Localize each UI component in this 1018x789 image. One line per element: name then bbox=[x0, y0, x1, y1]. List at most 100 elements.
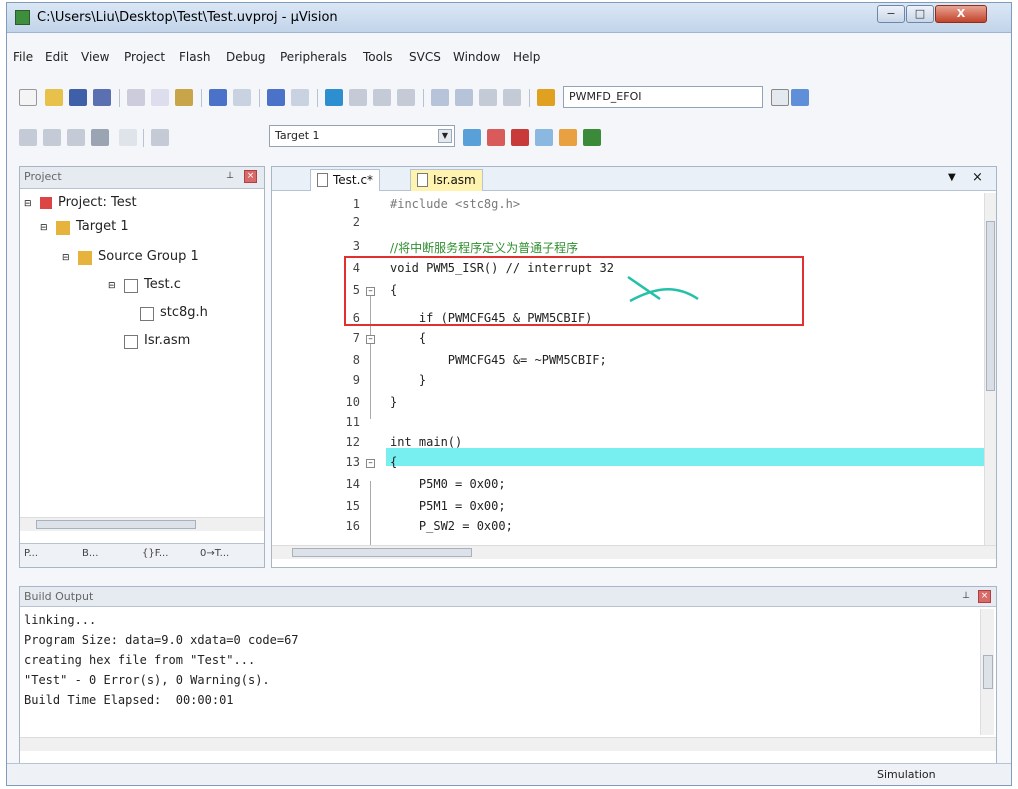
navigate-back-icon[interactable] bbox=[267, 89, 285, 106]
cut-icon[interactable] bbox=[127, 89, 145, 106]
editor-panel: Test.c* Isr.asm ▼ × 1 2 3 4 5 6 7 8 9 10… bbox=[271, 166, 997, 568]
indent-icon[interactable] bbox=[431, 89, 449, 106]
open-folder-icon[interactable] bbox=[45, 89, 63, 106]
comment-icon[interactable] bbox=[479, 89, 497, 106]
batch-build-icon[interactable] bbox=[91, 129, 109, 146]
manage-components-icon[interactable] bbox=[487, 129, 505, 146]
collapse-icon[interactable]: ⊟ bbox=[62, 253, 76, 267]
target-options-icon[interactable] bbox=[463, 129, 481, 146]
next-bookmark-icon[interactable] bbox=[373, 89, 391, 106]
output-vscrollbar[interactable] bbox=[980, 609, 994, 735]
tab-books[interactable]: B... bbox=[82, 548, 98, 559]
tree-item-stc8g-h[interactable]: stc8g.h bbox=[160, 305, 208, 320]
editor-tab-bar: Test.c* Isr.asm ▼ × bbox=[272, 167, 996, 191]
cross-annotation-icon bbox=[627, 275, 699, 303]
close-panel-icon[interactable]: × bbox=[244, 170, 257, 183]
line-number: 3 bbox=[352, 239, 360, 253]
select-packs-icon[interactable] bbox=[535, 129, 553, 146]
tab-project[interactable]: P... bbox=[24, 548, 38, 559]
fold-toggle-icon[interactable]: − bbox=[366, 459, 375, 468]
find-icon[interactable] bbox=[791, 89, 809, 106]
tab-isr-asm[interactable]: Isr.asm bbox=[410, 169, 483, 191]
menu-flash[interactable]: Flash bbox=[179, 50, 210, 64]
navigate-forward-icon[interactable] bbox=[291, 89, 309, 106]
tab-test-c[interactable]: Test.c* bbox=[310, 169, 381, 191]
bookmark-icon[interactable] bbox=[325, 89, 343, 106]
unindent-icon[interactable] bbox=[455, 89, 473, 106]
manage-runtime-icon[interactable] bbox=[583, 129, 601, 146]
close-button[interactable]: X bbox=[935, 5, 987, 23]
copy-icon[interactable] bbox=[151, 89, 169, 106]
download-icon[interactable] bbox=[151, 129, 169, 146]
menu-project[interactable]: Project bbox=[124, 50, 165, 64]
target-select[interactable]: Target 1 ▼ bbox=[269, 125, 455, 147]
line-number: 7 bbox=[352, 331, 360, 345]
main-toolbar: PWMFD_EFOI bbox=[7, 81, 1011, 111]
pack-installer-icon[interactable] bbox=[559, 129, 577, 146]
output-line: linking... bbox=[24, 613, 97, 627]
redo-icon[interactable] bbox=[233, 89, 251, 106]
stop-build-icon[interactable] bbox=[119, 129, 137, 146]
paste-icon[interactable] bbox=[175, 89, 193, 106]
tab-isr-asm-label: Isr.asm bbox=[433, 173, 476, 187]
uncomment-icon[interactable] bbox=[503, 89, 521, 106]
code-editor[interactable]: 1 2 3 4 5 6 7 8 9 10 11 12 13 14 15 16 −… bbox=[272, 193, 984, 553]
find-in-files-icon[interactable] bbox=[537, 89, 555, 106]
scroll-thumb[interactable] bbox=[986, 221, 995, 391]
project-tabs: P... B... {}F... 0→T... bbox=[20, 543, 264, 567]
collapse-icon[interactable]: ⊟ bbox=[108, 281, 122, 295]
maximize-button[interactable]: □ bbox=[906, 5, 934, 23]
save-icon[interactable] bbox=[69, 89, 87, 106]
find-combo[interactable]: PWMFD_EFOI bbox=[563, 86, 763, 108]
tree-item-isr-asm[interactable]: Isr.asm bbox=[144, 333, 190, 348]
close-tab-icon[interactable]: × bbox=[972, 170, 983, 185]
tree-item-project[interactable]: Project: Test bbox=[58, 195, 137, 210]
close-panel-icon[interactable]: × bbox=[978, 590, 991, 603]
pin-icon[interactable]: ⊥ bbox=[960, 591, 972, 603]
menu-bar: File Edit View Project Flash Debug Perip… bbox=[7, 47, 1011, 69]
line-number: 16 bbox=[345, 519, 360, 533]
rebuild-icon[interactable] bbox=[67, 129, 85, 146]
folder-icon bbox=[56, 221, 70, 235]
fold-toggle-icon[interactable]: − bbox=[366, 335, 375, 344]
tab-list-dropdown-icon[interactable]: ▼ bbox=[948, 172, 956, 183]
menu-file[interactable]: File bbox=[13, 50, 33, 64]
collapse-icon[interactable]: ⊟ bbox=[24, 199, 38, 213]
scroll-thumb[interactable] bbox=[292, 548, 472, 557]
file-icon bbox=[317, 173, 328, 187]
save-all-icon[interactable] bbox=[93, 89, 111, 106]
code-line: { bbox=[390, 331, 427, 345]
menu-view[interactable]: View bbox=[81, 50, 109, 64]
collapse-icon[interactable]: ⊟ bbox=[40, 223, 54, 237]
scroll-thumb[interactable] bbox=[983, 655, 993, 689]
editor-vscrollbar[interactable] bbox=[984, 193, 996, 547]
menu-edit[interactable]: Edit bbox=[45, 50, 68, 64]
menu-peripherals[interactable]: Peripherals bbox=[280, 50, 347, 64]
menu-help[interactable]: Help bbox=[513, 50, 540, 64]
translate-icon[interactable] bbox=[19, 129, 37, 146]
tree-item-test-c[interactable]: Test.c bbox=[144, 277, 181, 292]
dropdown-arrow-icon[interactable] bbox=[771, 89, 789, 106]
clear-bookmarks-icon[interactable] bbox=[397, 89, 415, 106]
tab-templates[interactable]: 0→T... bbox=[200, 548, 229, 559]
tab-functions[interactable]: {}F... bbox=[142, 548, 168, 559]
folder-icon bbox=[78, 251, 92, 265]
menu-svcs[interactable]: SVCS bbox=[409, 50, 441, 64]
minimize-button[interactable]: − bbox=[877, 5, 905, 23]
new-file-icon[interactable] bbox=[19, 89, 37, 106]
file-extensions-icon[interactable] bbox=[511, 129, 529, 146]
undo-icon[interactable] bbox=[209, 89, 227, 106]
project-hscrollbar[interactable] bbox=[20, 517, 264, 531]
scroll-thumb[interactable] bbox=[36, 520, 196, 529]
editor-hscrollbar[interactable] bbox=[272, 545, 996, 559]
output-hscrollbar[interactable] bbox=[20, 737, 996, 751]
prev-bookmark-icon[interactable] bbox=[349, 89, 367, 106]
tree-item-target[interactable]: Target 1 bbox=[76, 219, 129, 234]
menu-debug[interactable]: Debug bbox=[226, 50, 265, 64]
menu-window[interactable]: Window bbox=[453, 50, 500, 64]
menu-tools[interactable]: Tools bbox=[363, 50, 393, 64]
tree-item-source-group[interactable]: Source Group 1 bbox=[98, 249, 199, 264]
build-icon[interactable] bbox=[43, 129, 61, 146]
code-line: //将中断服务程序定义为普通子程序 bbox=[390, 241, 579, 255]
pin-icon[interactable]: ⊥ bbox=[224, 171, 236, 183]
